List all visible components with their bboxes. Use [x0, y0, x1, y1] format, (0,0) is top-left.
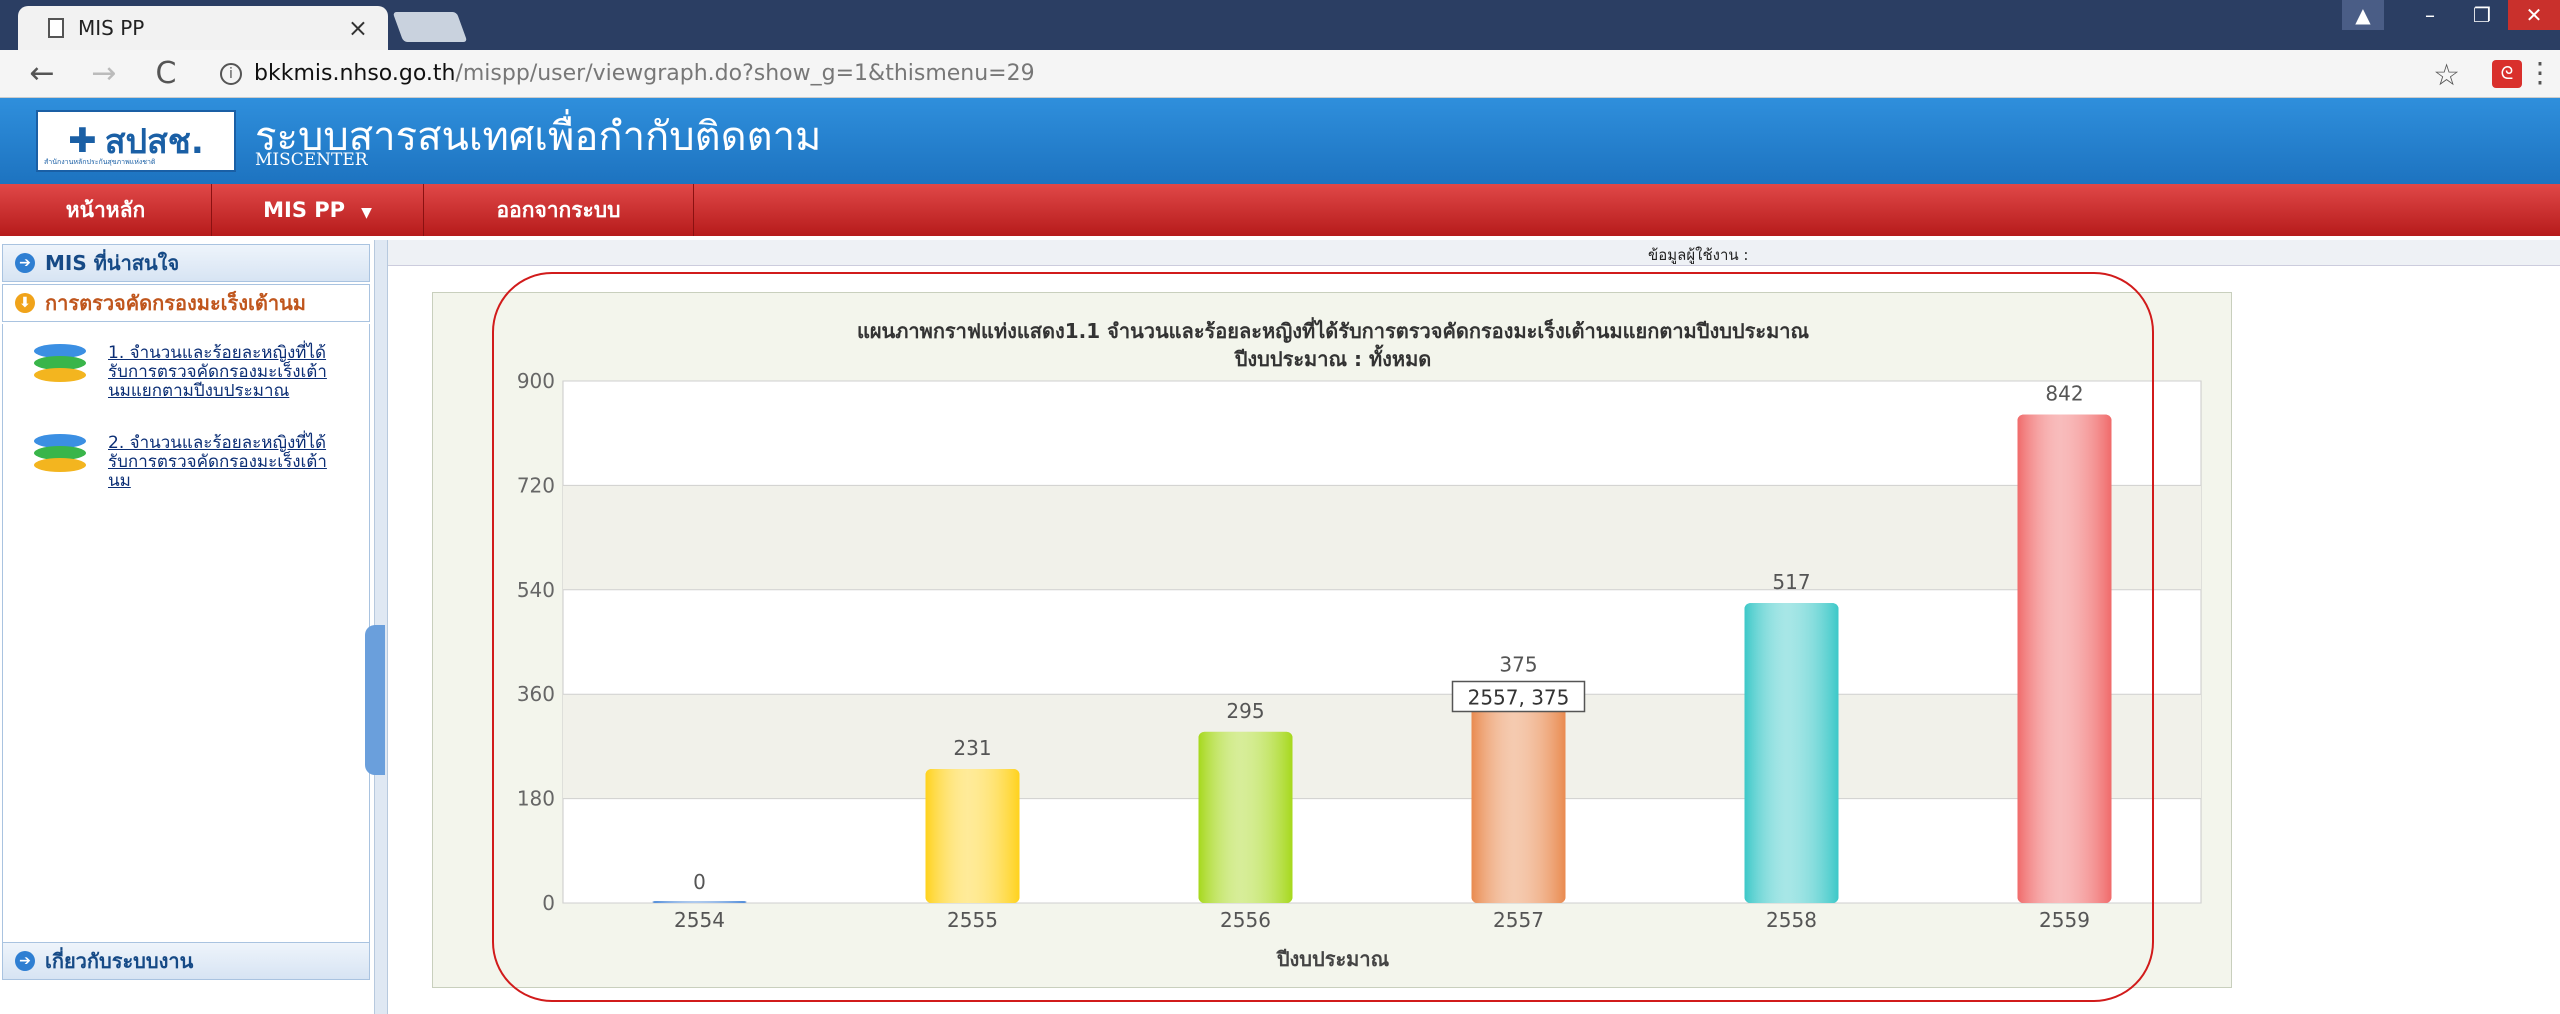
- accordion-body: [2, 324, 370, 980]
- address-bar: ← → C i bkkmis.nhso.go.th/mispp/user/view…: [0, 50, 2560, 98]
- collapse-handle[interactable]: [365, 625, 385, 775]
- main-nav: หน้าหลัก MIS PP ▼ ออกจากระบบ: [0, 184, 2560, 236]
- profile-icon[interactable]: ▲: [2342, 0, 2384, 30]
- accordion-label: เกี่ยวกับระบบงาน: [45, 949, 194, 973]
- pdf-extension-icon[interactable]: ᘓ: [2492, 60, 2522, 88]
- browser-menu-icon[interactable]: ⋮: [2526, 56, 2554, 89]
- browser-tab-bar: MIS PP × ▲ – ❐ ✕: [0, 0, 2560, 50]
- window-controls: ▲ – ❐ ✕: [2342, 0, 2560, 30]
- page-icon: [48, 18, 64, 38]
- system-sub: MISCENTER: [255, 150, 368, 170]
- nav-mis-pp[interactable]: MIS PP ▼: [212, 184, 424, 236]
- url-field[interactable]: i bkkmis.nhso.go.th/mispp/user/viewgraph.…: [220, 61, 1035, 86]
- restore-icon[interactable]: ❐: [2456, 0, 2508, 30]
- chevron-down-icon: ▼: [361, 205, 372, 221]
- accordion-label: การตรวจคัดกรองมะเร็งเต้านม: [45, 291, 306, 315]
- window-close-icon[interactable]: ✕: [2508, 0, 2560, 30]
- highlight-annotation: [492, 272, 2154, 1002]
- nav-home-label: หน้าหลัก: [65, 198, 146, 222]
- sidebar: ➔ MIS ที่น่าสนใจ ⬇ การตรวจคัดกรองมะเร็งเ…: [0, 240, 374, 1014]
- user-info-bar: ข้อมูลผู้ใช้งาน :: [388, 240, 2560, 266]
- user-info-label: ข้อมูลผู้ใช้งาน :: [1648, 246, 1749, 264]
- logo-cross-icon: ✚: [68, 121, 97, 161]
- nav-logout-label: ออกจากระบบ: [496, 198, 621, 222]
- tab-title: MIS PP: [78, 16, 145, 40]
- bookmark-star-icon[interactable]: ☆: [2433, 58, 2460, 93]
- nav-mis-pp-label: MIS PP: [263, 198, 346, 222]
- nhso-logo: ✚ สปสช. สำนักงานหลักประกันสุขภาพแห่งชาติ: [36, 110, 236, 172]
- minimize-icon[interactable]: –: [2404, 0, 2456, 30]
- accordion-about[interactable]: ➔ เกี่ยวกับระบบงาน: [2, 942, 370, 980]
- info-icon[interactable]: i: [220, 63, 242, 85]
- forward-icon[interactable]: →: [84, 56, 124, 91]
- browser-tab[interactable]: MIS PP ×: [18, 6, 388, 50]
- arrow-circle-icon: ➔: [15, 951, 35, 971]
- accordion-breast-screening[interactable]: ⬇ การตรวจคัดกรองมะเร็งเต้านม: [2, 284, 370, 322]
- new-tab-button[interactable]: [392, 12, 468, 42]
- nav-logout[interactable]: ออกจากระบบ: [424, 184, 694, 236]
- accordion-mis-interesting[interactable]: ➔ MIS ที่น่าสนใจ: [2, 244, 370, 282]
- reload-icon[interactable]: C: [146, 56, 186, 91]
- back-icon[interactable]: ←: [22, 56, 62, 91]
- page-header: ✚ สปสช. สำนักงานหลักประกันสุขภาพแห่งชาติ…: [0, 98, 2560, 184]
- accordion-label: MIS ที่น่าสนใจ: [45, 251, 180, 275]
- tab-close-icon[interactable]: ×: [348, 14, 368, 42]
- nav-home[interactable]: หน้าหลัก: [0, 184, 212, 236]
- logo-sub: สำนักงานหลักประกันสุขภาพแห่งชาติ: [44, 158, 156, 166]
- url-host: bkkmis.nhso.go.th: [254, 61, 456, 86]
- arrow-down-circle-icon: ⬇: [15, 293, 35, 313]
- arrow-circle-icon: ➔: [15, 253, 35, 273]
- panel-splitter[interactable]: [365, 240, 388, 1014]
- url-path: /mispp/user/viewgraph.do?show_g=1&thisme…: [455, 61, 1035, 86]
